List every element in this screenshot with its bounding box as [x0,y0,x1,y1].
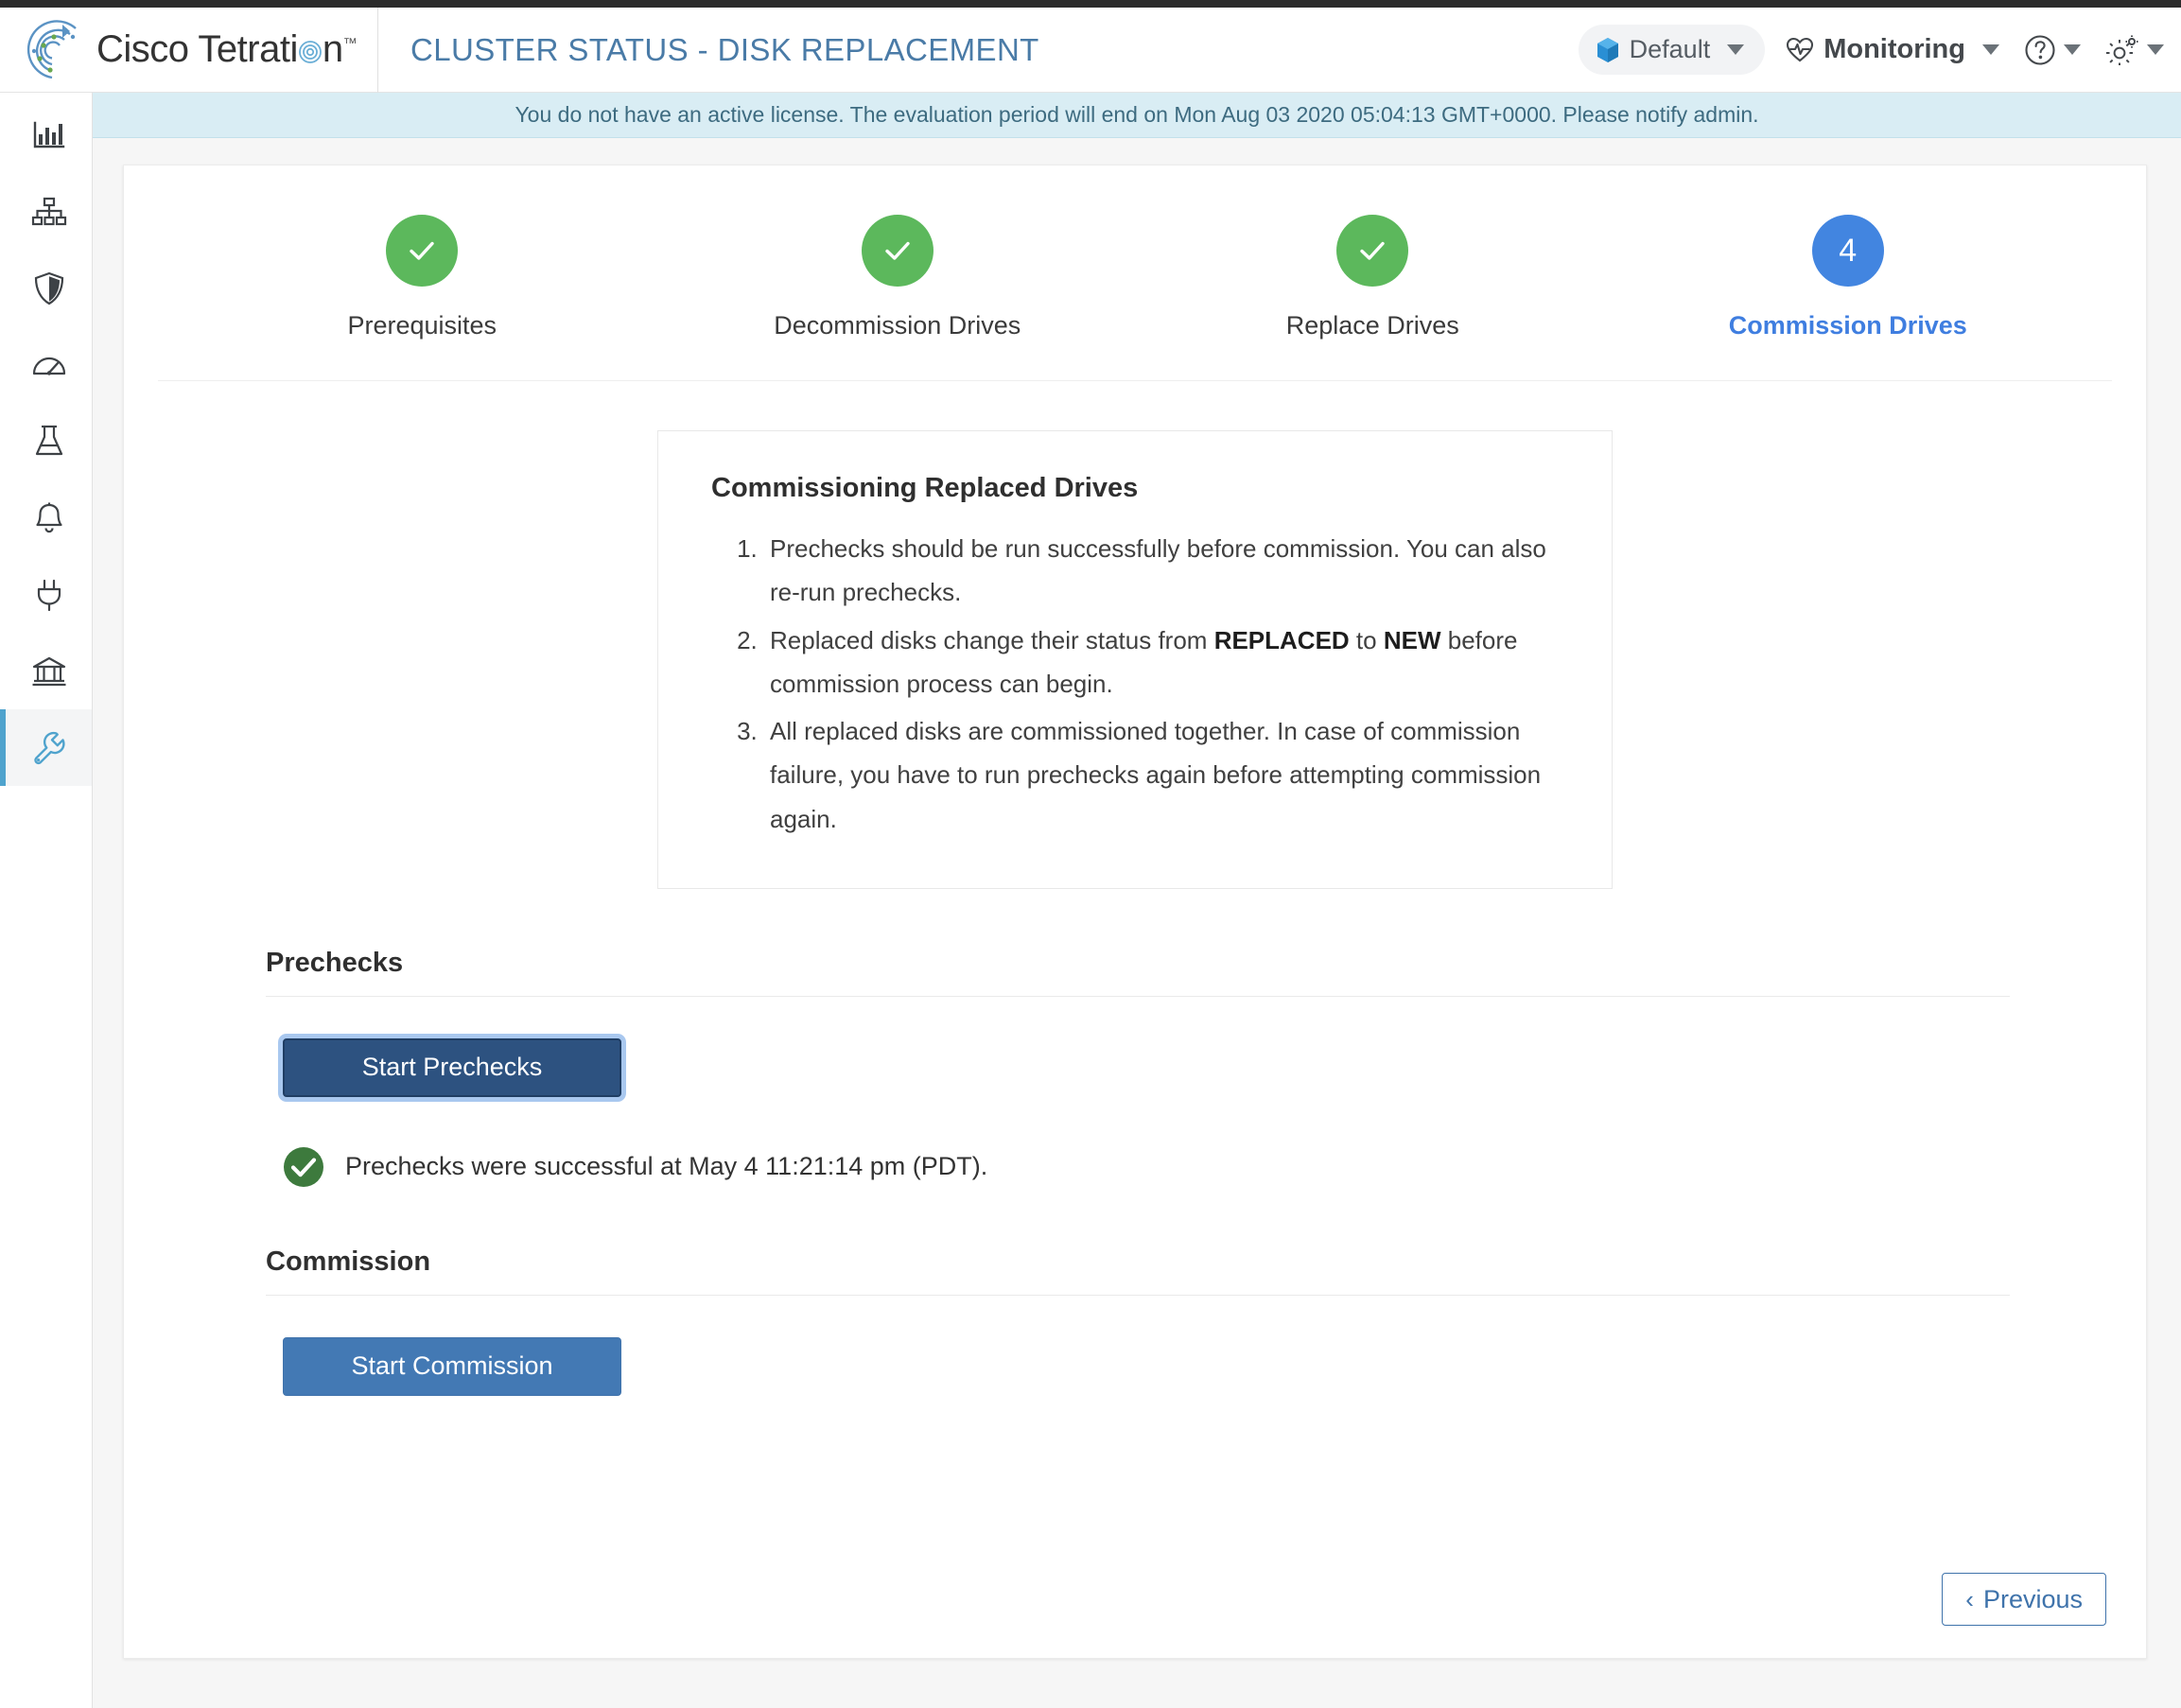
brand-name: Cisco Tetrati n™ [96,28,358,71]
chevron-down-icon [1982,44,1999,55]
wizard-footer: ‹ Previous [1942,1573,2106,1626]
chevron-down-icon [2147,44,2164,55]
step-replace-drives[interactable]: Replace Drives [1135,215,1611,340]
prechecks-status-text: Prechecks were successful at May 4 11:21… [345,1152,988,1181]
check-circle-icon [283,1146,324,1188]
stepper-divider [158,380,2112,381]
commission-section: Commission Start Commission [124,1246,2146,1396]
sidebar-item-security[interactable] [0,250,92,326]
license-banner: You do not have an active license. The e… [93,93,2181,138]
prechecks-section: Prechecks Start Prechecks Prechecks were… [124,948,2146,1188]
gear-icon [2105,35,2139,66]
gauge-icon [31,350,67,380]
chevron-down-icon [2064,44,2081,55]
info-item-2-mid: to [1349,625,1384,654]
step-3-circle [1336,215,1409,287]
start-commission-button[interactable]: Start Commission [283,1336,621,1396]
wizard-stepper: Prerequisites Decommission Drives Replac… [184,166,2085,340]
brand-logo-o-icon [298,28,323,71]
check-icon [885,241,910,260]
left-sidebar [0,93,93,1708]
brand-name-first: Cisco Tetrati [96,28,298,70]
prechecks-status: Prechecks were successful at May 4 11:21… [266,1097,2010,1188]
info-item-1-text: Prechecks should be run successfully bef… [770,534,1546,607]
info-box-title: Commissioning Replaced Drives [711,473,1139,503]
settings-menu[interactable] [2105,35,2164,66]
start-prechecks-button[interactable]: Start Prechecks [283,1037,621,1097]
disk-replacement-card: Prerequisites Decommission Drives Replac… [123,165,2147,1659]
chevron-left-icon: ‹ [1965,1585,1974,1613]
cube-icon [1596,37,1620,63]
prechecks-section-title: Prechecks [266,947,404,978]
step-4-circle: 4 [1811,215,1884,287]
brand-area[interactable]: Cisco Tetrati n™ [0,7,378,93]
sitemap-icon [31,196,67,228]
brand-trademark: ™ [342,35,358,52]
flask-icon [33,425,65,459]
commission-button-row: Start Commission [266,1296,2010,1396]
info-list-item-1: Prechecks should be run successfully bef… [764,527,1559,615]
commission-info-box: Commissioning Replaced Drives Prechecks … [657,430,1613,889]
app-header: Cisco Tetrati n™ CLUSTER STATUS - DISK RE… [0,7,2181,93]
info-item-2-bold-new: NEW [1383,625,1441,654]
check-icon [1360,241,1385,260]
check-icon [410,241,434,260]
step-3-label: Replace Drives [1285,311,1459,340]
commission-section-title: Commission [266,1246,431,1277]
prechecks-button-row: Start Prechecks [266,997,2010,1097]
info-list-item-2: Replaced disks change their status from … [764,619,1559,706]
step-decommission-drives[interactable]: Decommission Drives [660,215,1136,340]
monitoring-menu[interactable]: Monitoring [1786,34,1999,65]
previous-button-label: Previous [1982,1584,2083,1613]
scope-selector[interactable]: Default [1578,25,1766,75]
step-2-label: Decommission Drives [774,311,1021,340]
step-1-label: Prerequisites [347,311,497,340]
brand-name-last: n [322,28,343,70]
sidebar-item-connectors[interactable] [0,556,92,633]
page-title: CLUSTER STATUS - DISK REPLACEMENT [410,31,1039,67]
scope-selector-label: Default [1629,35,1711,63]
wrench-icon [31,730,67,766]
app-body: You do not have an active license. The e… [0,93,2181,1708]
heartbeat-icon [1786,37,1814,63]
sidebar-item-maintenance[interactable] [0,709,92,786]
license-banner-text: You do not have an active license. The e… [515,102,1759,127]
step-commission-drives[interactable]: 4 Commission Drives [1611,215,2086,340]
help-menu[interactable] [2024,34,2081,66]
step-1-circle [386,215,459,287]
step-4-label: Commission Drives [1728,311,1967,340]
bell-icon [33,501,65,535]
info-item-2-pre: Replaced disks change their status from [770,625,1214,654]
bank-icon [31,655,67,688]
tetration-spiral-logo-icon [21,19,83,81]
chevron-down-icon [1727,44,1745,55]
step-prerequisites[interactable]: Prerequisites [184,215,660,340]
step-2-circle [861,215,933,287]
bar-chart-icon [32,119,66,151]
content-padding: Prerequisites Decommission Drives Replac… [93,138,2181,1708]
monitoring-menu-label: Monitoring [1823,34,1965,64]
previous-button[interactable]: ‹ Previous [1942,1573,2106,1626]
question-circle-icon [2024,34,2056,66]
plug-icon [34,578,64,612]
sidebar-item-lab[interactable] [0,403,92,479]
sidebar-item-performance[interactable] [0,326,92,403]
sidebar-item-alerts[interactable] [0,479,92,556]
sidebar-item-platform[interactable] [0,633,92,709]
info-item-3-text: All replaced disks are commissioned toge… [770,717,1542,833]
info-box-list: Prechecks should be run successfully bef… [764,527,1559,841]
shield-icon [33,271,65,305]
main-area: You do not have an active license. The e… [93,93,2181,1708]
app-window: Cisco Tetrati n™ CLUSTER STATUS - DISK RE… [0,0,2181,1708]
sidebar-item-application-topology[interactable] [0,173,92,250]
info-item-2-bold-replaced: REPLACED [1213,625,1350,654]
sidebar-item-dashboard[interactable] [0,96,92,173]
info-list-item-3: All replaced disks are commissioned toge… [764,709,1559,841]
header-right-controls: Default Monitoring [1578,25,2181,75]
